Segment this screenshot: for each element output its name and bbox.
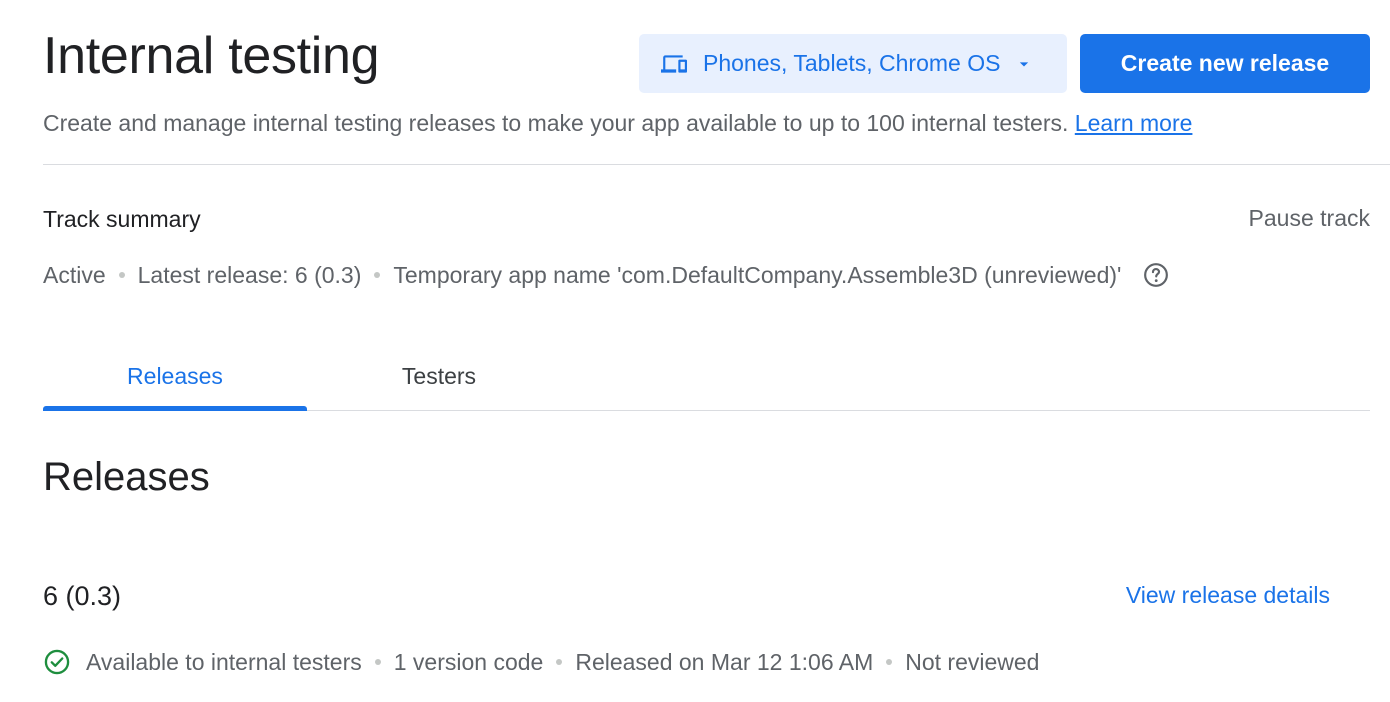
- devices-icon: [661, 51, 687, 77]
- track-summary-heading: Track summary: [43, 206, 201, 232]
- latest-release: Latest release: 6 (0.3): [137, 262, 362, 288]
- track-status: Active: [43, 262, 106, 288]
- pause-track-button[interactable]: Pause track: [1249, 203, 1370, 233]
- separator-dot: [374, 659, 381, 665]
- track-status-line: Active Latest release: 6 (0.3) Temporary…: [43, 260, 1169, 290]
- release-version: 6 (0.3): [43, 581, 122, 611]
- separator-dot: [374, 272, 381, 278]
- tab-bar: Releases Testers: [43, 348, 1370, 411]
- view-release-details-link[interactable]: View release details: [1126, 580, 1330, 610]
- tab-testers[interactable]: Testers: [307, 348, 571, 410]
- release-review-status: Not reviewed: [905, 649, 1040, 675]
- app-name-note: Temporary app name 'com.DefaultCompany.A…: [393, 262, 1122, 288]
- separator-dot: [118, 272, 125, 278]
- tab-releases[interactable]: Releases: [43, 348, 307, 410]
- caret-down-icon: [1014, 54, 1034, 74]
- tab-testers-label: Testers: [401, 363, 477, 389]
- page-title: Internal testing: [43, 27, 380, 85]
- page: Internal testing Phones, Tablets, Chrome…: [0, 0, 1390, 702]
- release-date: Released on Mar 12 1:06 AM: [575, 649, 874, 675]
- device-type-dropdown[interactable]: Phones, Tablets, Chrome OS: [639, 34, 1067, 93]
- device-type-label: Phones, Tablets, Chrome OS: [703, 50, 1001, 76]
- help-icon[interactable]: [1143, 262, 1169, 288]
- separator-dot: [556, 659, 563, 665]
- separator-dot: [886, 659, 893, 665]
- description-text: Create and manage internal testing relea…: [43, 110, 1069, 136]
- releases-heading: Releases: [43, 455, 210, 499]
- release-version-codes: 1 version code: [393, 649, 544, 675]
- page-description: Create and manage internal testing relea…: [43, 108, 1192, 138]
- create-new-release-button[interactable]: Create new release: [1080, 34, 1370, 93]
- release-status-line: Available to internal testers 1 version …: [43, 647, 1039, 677]
- learn-more-link[interactable]: Learn more: [1075, 110, 1193, 136]
- active-tab-indicator: [43, 406, 307, 411]
- header-divider: [43, 164, 1390, 165]
- check-circle-icon: [43, 648, 71, 676]
- release-availability: Available to internal testers: [86, 649, 362, 675]
- tab-releases-label: Releases: [127, 363, 223, 389]
